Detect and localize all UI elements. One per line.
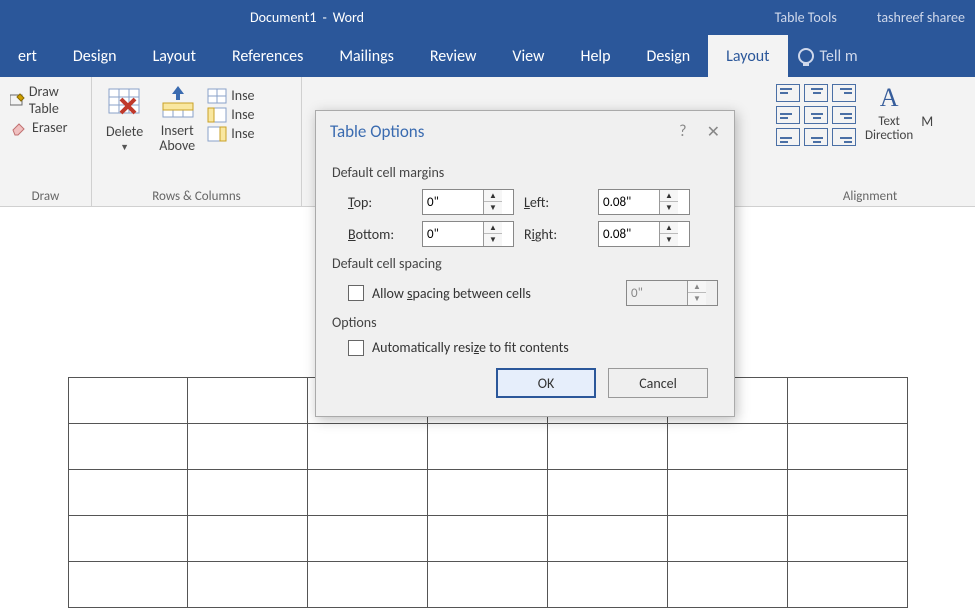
chevron-down-icon: ▼ bbox=[120, 142, 129, 153]
label-allow-spacing: Allow spacing between cells bbox=[372, 285, 531, 302]
grid-icon bbox=[207, 126, 227, 142]
title-bar: Document1 - Word Table Tools tashreef sh… bbox=[0, 0, 975, 35]
spinner-spacing: ▲▼ bbox=[626, 280, 718, 306]
app-name: Word bbox=[333, 9, 364, 26]
cell-alignment-grid[interactable] bbox=[775, 83, 857, 147]
tell-me[interactable]: Tell m bbox=[788, 35, 868, 77]
tab-mailings[interactable]: Mailings bbox=[321, 35, 412, 77]
spinner-top[interactable]: ▲▼ bbox=[422, 189, 514, 215]
pencil-icon bbox=[10, 92, 25, 108]
insert-left-button[interactable]: Inse bbox=[207, 106, 254, 123]
insert-above-button[interactable]: InsertAbove bbox=[155, 83, 199, 156]
insert-right-button[interactable]: Inse bbox=[207, 125, 254, 142]
tab-table-layout[interactable]: Layout bbox=[708, 35, 787, 77]
cell-margins-button[interactable]: M bbox=[921, 83, 933, 130]
tab-insert[interactable]: ert bbox=[0, 35, 55, 77]
lightbulb-icon bbox=[798, 48, 814, 64]
eraser-icon bbox=[10, 120, 28, 136]
insert-below-button[interactable]: Inse bbox=[207, 87, 254, 104]
close-icon[interactable]: ✕ bbox=[707, 122, 720, 142]
ribbon-tabs: ert Design Layout References Mailings Re… bbox=[0, 35, 975, 77]
section-default-spacing: Default cell spacing bbox=[332, 255, 718, 272]
help-icon[interactable]: ? bbox=[679, 122, 686, 142]
label-top: Top: bbox=[348, 194, 412, 211]
text-direction-icon: A bbox=[880, 83, 899, 113]
section-default-margins: Default cell margins bbox=[332, 164, 718, 181]
eraser-button[interactable]: Eraser bbox=[10, 119, 81, 136]
checkbox-auto-resize[interactable] bbox=[348, 340, 364, 356]
table-options-dialog: Table Options ? ✕ Default cell margins T… bbox=[315, 110, 735, 417]
group-label-rows-columns: Rows & Columns bbox=[102, 187, 291, 204]
tab-design[interactable]: Design bbox=[55, 35, 135, 77]
section-options: Options bbox=[332, 314, 718, 331]
draw-table-button[interactable]: Draw Table bbox=[10, 83, 81, 117]
tab-view[interactable]: View bbox=[494, 35, 562, 77]
spinner-left[interactable]: ▲▼ bbox=[598, 189, 690, 215]
label-auto-resize: Automatically resize to fit contents bbox=[372, 339, 569, 356]
contextual-tab-label: Table Tools bbox=[745, 9, 867, 26]
delete-button[interactable]: Delete ▼ bbox=[102, 83, 147, 155]
tab-references[interactable]: References bbox=[214, 35, 321, 77]
ok-button[interactable]: OK bbox=[496, 368, 596, 398]
dialog-title: Table Options bbox=[330, 121, 424, 142]
spinner-bottom[interactable]: ▲▼ bbox=[422, 221, 514, 247]
tab-table-design[interactable]: Design bbox=[629, 35, 709, 77]
grid-icon bbox=[207, 107, 227, 123]
label-bottom: Bottom: bbox=[348, 226, 412, 243]
insert-above-icon bbox=[159, 85, 195, 121]
cancel-button[interactable]: Cancel bbox=[608, 368, 708, 398]
tab-review[interactable]: Review bbox=[412, 35, 495, 77]
text-direction-button[interactable]: A TextDirection bbox=[865, 83, 913, 144]
tab-help[interactable]: Help bbox=[562, 35, 628, 77]
group-label-alignment: Alignment bbox=[775, 187, 965, 204]
label-left: Left: bbox=[524, 194, 588, 211]
group-label-draw: Draw bbox=[10, 187, 81, 204]
tab-layout[interactable]: Layout bbox=[135, 35, 214, 77]
doc-name: Document1 bbox=[250, 9, 316, 26]
spinner-right[interactable]: ▲▼ bbox=[598, 221, 690, 247]
label-right: Right: bbox=[524, 226, 588, 243]
user-name: tashreef sharee bbox=[867, 9, 975, 26]
checkbox-allow-spacing[interactable] bbox=[348, 285, 364, 301]
delete-table-icon bbox=[107, 85, 143, 121]
grid-icon bbox=[207, 88, 227, 104]
